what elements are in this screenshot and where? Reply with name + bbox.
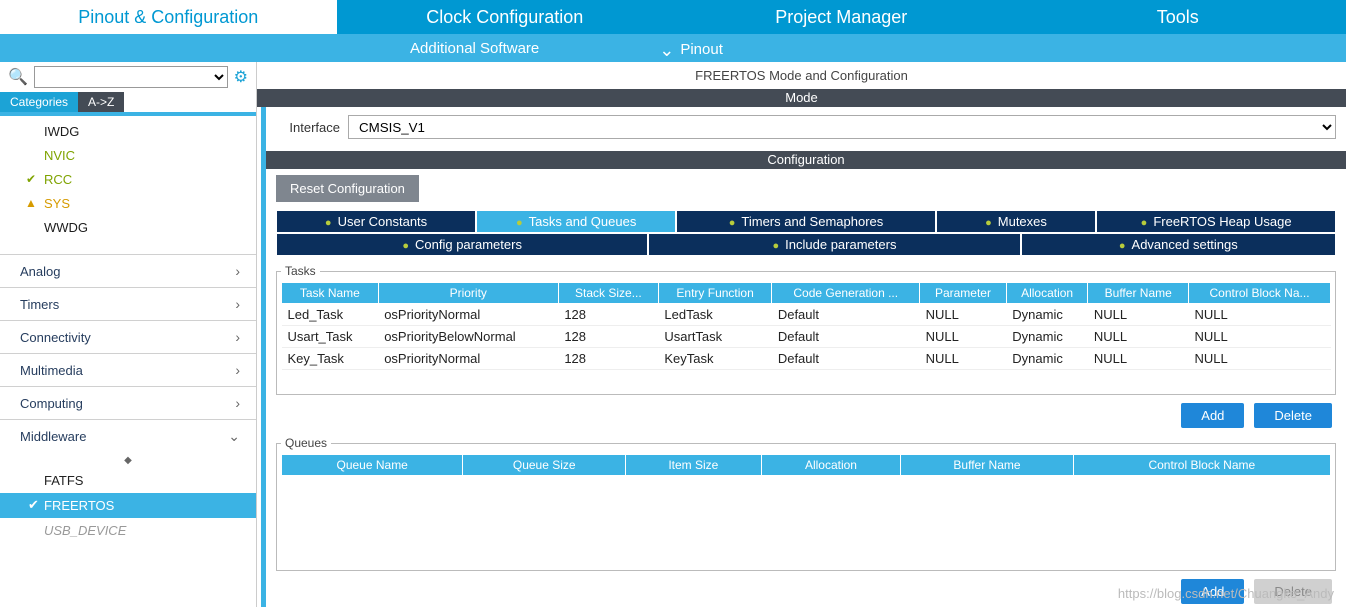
check-icon: ✔ — [28, 495, 39, 514]
cfg-tab-include-parameters[interactable]: Include parameters — [648, 233, 1020, 256]
collapse-handle[interactable]: ◆ — [0, 453, 256, 468]
mode-section-header: Mode — [257, 89, 1346, 107]
status-dot-icon — [1119, 237, 1126, 252]
sidebar-cat-timers[interactable]: Timers› — [0, 287, 256, 320]
warning-icon: ▲ — [24, 194, 38, 212]
table-row[interactable]: Usart_TaskosPriorityBelowNormal128UsartT… — [282, 326, 1331, 348]
status-dot-icon — [325, 214, 332, 229]
sidebar-list: IWDG NVIC ✔RCC ▲SYS WWDG Analog› Timers›… — [0, 120, 256, 607]
table-header[interactable]: Code Generation ... — [772, 283, 920, 304]
chevron-right-icon: › — [235, 362, 240, 378]
tasks-delete-button[interactable]: Delete — [1254, 403, 1332, 428]
sidebar-cat-multimedia[interactable]: Multimedia› — [0, 353, 256, 386]
table-header[interactable]: Buffer Name — [901, 455, 1073, 476]
queues-delete-button: Delete — [1254, 579, 1332, 604]
table-header[interactable]: Buffer Name — [1088, 283, 1189, 304]
tasks-add-button[interactable]: Add — [1181, 403, 1244, 428]
table-header[interactable]: Control Block Na... — [1189, 283, 1331, 304]
sidebar-tab-categories[interactable]: Categories — [0, 92, 78, 112]
search-icon: 🔍 — [8, 67, 28, 87]
config-tabs-row1: User Constants Tasks and Queues Timers a… — [276, 210, 1336, 233]
interface-label: Interface — [284, 120, 340, 135]
sidebar-item-rcc[interactable]: ✔RCC — [0, 168, 256, 192]
divider — [0, 112, 256, 116]
table-header[interactable]: Control Block Name — [1073, 455, 1330, 476]
table-row[interactable]: Led_TaskosPriorityNormal128LedTaskDefaul… — [282, 304, 1331, 326]
queues-fieldset: Queues Queue NameQueue SizeItem SizeAllo… — [276, 436, 1336, 571]
top-tabs: Pinout & Configuration Clock Configurati… — [0, 0, 1346, 34]
queues-add-button[interactable]: Add — [1181, 579, 1244, 604]
table-header[interactable]: Allocation — [1006, 283, 1088, 304]
gear-icon[interactable]: ⚙ — [234, 67, 248, 87]
status-dot-icon — [773, 237, 780, 252]
interface-select[interactable]: CMSIS_V1 — [348, 115, 1336, 139]
sidebar-cat-connectivity[interactable]: Connectivity› — [0, 320, 256, 353]
tab-tools[interactable]: Tools — [1010, 0, 1346, 34]
tasks-legend: Tasks — [281, 264, 320, 278]
table-header[interactable]: Task Name — [282, 283, 379, 304]
queues-legend: Queues — [281, 436, 331, 450]
link-additional-software[interactable]: Additional Software — [410, 40, 539, 57]
status-dot-icon — [1141, 214, 1148, 229]
search-select[interactable] — [34, 66, 228, 88]
sidebar-tab-az[interactable]: A->Z — [78, 92, 124, 112]
status-dot-icon — [516, 214, 523, 229]
table-header[interactable]: Entry Function — [658, 283, 771, 304]
status-dot-icon — [985, 214, 992, 229]
sidebar-item-nvic[interactable]: NVIC — [0, 144, 256, 168]
sidebar-item-sys[interactable]: ▲SYS — [0, 192, 256, 216]
cfg-tab-advanced-settings[interactable]: Advanced settings — [1021, 233, 1336, 256]
sub-toolbar: Additional Software Pinout — [0, 34, 1346, 62]
middleware-item-fatfs[interactable]: FATFS — [0, 468, 256, 493]
cfg-tab-heap-usage[interactable]: FreeRTOS Heap Usage — [1096, 210, 1336, 233]
reset-configuration-button[interactable]: Reset Configuration — [276, 175, 419, 202]
table-header[interactable]: Priority — [378, 283, 558, 304]
sidebar-cat-analog[interactable]: Analog› — [0, 254, 256, 287]
middleware-item-usb-device[interactable]: USB_DEVICE — [0, 518, 256, 543]
cfg-tab-config-parameters[interactable]: Config parameters — [276, 233, 648, 256]
chevron-right-icon: › — [235, 329, 240, 345]
sidebar-cat-computing[interactable]: Computing› — [0, 386, 256, 419]
tab-clock-config[interactable]: Clock Configuration — [337, 0, 674, 34]
content-pane: FREERTOS Mode and Configuration Mode Int… — [257, 62, 1346, 607]
status-dot-icon — [729, 214, 736, 229]
table-header[interactable]: Queue Size — [463, 455, 626, 476]
cfg-tab-timers-semaphores[interactable]: Timers and Semaphores — [676, 210, 936, 233]
chevron-right-icon: › — [235, 395, 240, 411]
cfg-tab-tasks-queues[interactable]: Tasks and Queues — [476, 210, 676, 233]
table-header[interactable]: Stack Size... — [558, 283, 658, 304]
tab-pinout-config[interactable]: Pinout & Configuration — [0, 0, 337, 34]
table-header[interactable]: Allocation — [761, 455, 901, 476]
configuration-section-header: Configuration — [266, 151, 1346, 169]
tasks-table: Task NamePriorityStack Size...Entry Func… — [281, 282, 1331, 370]
middleware-item-freertos[interactable]: ✔FREERTOS — [0, 493, 256, 518]
chevron-right-icon: › — [235, 296, 240, 312]
table-row[interactable]: Key_TaskosPriorityNormal128KeyTaskDefaul… — [282, 348, 1331, 370]
config-tabs-row2: Config parameters Include parameters Adv… — [276, 233, 1336, 256]
link-pinout-dropdown[interactable]: Pinout — [659, 38, 723, 59]
table-header[interactable]: Item Size — [626, 455, 761, 476]
table-header[interactable]: Parameter — [920, 283, 1007, 304]
cfg-tab-user-constants[interactable]: User Constants — [276, 210, 476, 233]
sidebar: 🔍 ⚙ Categories A->Z IWDG NVIC ✔RCC ▲SYS … — [0, 62, 257, 607]
chevron-right-icon: › — [235, 263, 240, 279]
tasks-fieldset: Tasks Task NamePriorityStack Size...Entr… — [276, 264, 1336, 395]
status-dot-icon — [402, 237, 409, 252]
tab-project-manager[interactable]: Project Manager — [673, 0, 1010, 34]
content-title: FREERTOS Mode and Configuration — [257, 62, 1346, 89]
chevron-down-icon: ⌄ — [228, 428, 240, 445]
sidebar-item-iwdg[interactable]: IWDG — [0, 120, 256, 144]
cfg-tab-mutexes[interactable]: Mutexes — [936, 210, 1096, 233]
check-icon: ✔ — [24, 170, 38, 188]
sidebar-item-wwdg[interactable]: WWDG — [0, 216, 256, 240]
table-header[interactable]: Queue Name — [282, 455, 463, 476]
queues-table: Queue NameQueue SizeItem SizeAllocationB… — [281, 454, 1331, 476]
sidebar-cat-middleware[interactable]: Middleware⌄ — [0, 419, 256, 453]
